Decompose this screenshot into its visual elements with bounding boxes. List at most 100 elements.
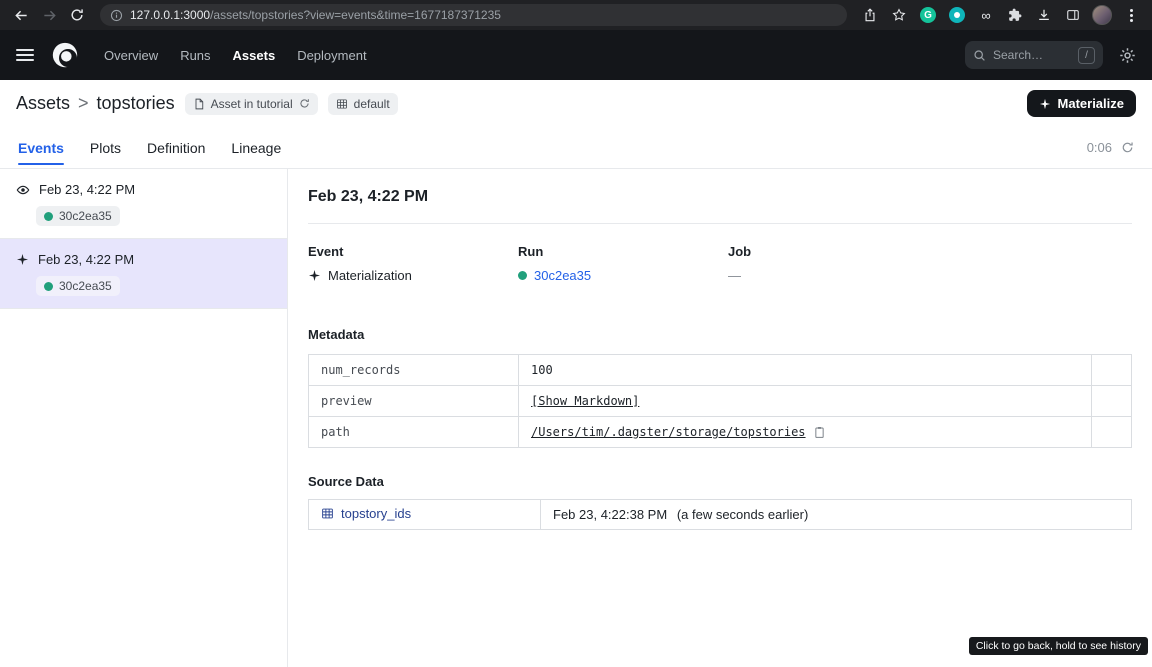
source-asset-name: topstory_ids [341,506,411,521]
search-shortcut-key: / [1078,47,1095,64]
metadata-action-cell [1092,355,1132,386]
event-type-value: Materialization [328,268,412,283]
status-dot [44,212,53,221]
tabs-row: Events Plots Definition Lineage 0:06 [0,127,1152,169]
tag-refresh-icon[interactable] [299,98,310,109]
side-panel-icon[interactable] [1060,2,1086,28]
breadcrumb-current-asset: topstories [97,93,175,114]
forward-icon[interactable] [36,2,62,28]
loom-extension-icon[interactable]: ∞ [973,2,999,28]
event-item-materialization[interactable]: Feb 23, 4:22 PM 30c2ea35 [0,239,287,309]
job-column-label: Job [728,244,938,259]
event-detail: Feb 23, 4:22 PM Event Materialization Ru… [288,169,1152,667]
event-item-observation[interactable]: Feb 23, 4:22 PM 30c2ea35 [0,169,287,239]
back-icon[interactable] [8,2,34,28]
event-summary-columns: Event Materialization Run 30c2ea35 [308,244,1132,283]
event-detail-title: Feb 23, 4:22 PM [308,188,1132,206]
search-placeholder: Search… [993,48,1043,62]
status-dot [44,282,53,291]
divider [308,223,1132,224]
table-row: topstory_ids Feb 23, 4:22:38 PM (a few s… [309,500,1132,530]
materialize-sparkle-icon [1039,98,1051,110]
clipboard-copy-icon[interactable] [813,426,826,439]
search-input[interactable]: Search… / [965,41,1103,69]
table-icon [321,507,334,520]
status-dot [518,271,527,280]
source-data-section-title: Source Data [308,474,1132,489]
timer-refresh-icon[interactable] [1121,141,1134,154]
address-bar[interactable]: 127.0.0.1:3000/assets/topstories?view=ev… [100,4,847,26]
document-icon [193,98,205,110]
nav-item-deployment[interactable]: Deployment [297,48,366,63]
event-column-label: Event [308,244,518,259]
event-time: Feb 23, 4:22 PM [39,182,135,197]
nav-item-runs[interactable]: Runs [180,48,210,63]
table-row: preview [Show Markdown] [309,386,1132,417]
asset-group-tag-label: default [354,97,390,111]
hamburger-menu-icon[interactable] [16,49,34,61]
metadata-key: num_records [309,355,519,386]
body: Feb 23, 4:22 PM 30c2ea35 Feb 23, 4:22 PM… [0,169,1152,667]
download-icon[interactable] [1031,2,1057,28]
reload-icon[interactable] [64,2,90,28]
extensions-puzzle-icon[interactable] [1002,2,1028,28]
asset-group-tag[interactable]: default [328,93,398,115]
gear-icon[interactable] [1119,47,1136,64]
browser-menu-icon[interactable] [1118,2,1144,28]
url-host: 127.0.0.1:3000 [130,8,210,22]
nav-item-overview[interactable]: Overview [104,48,158,63]
run-tag[interactable]: 30c2ea35 [36,276,120,296]
show-markdown-link[interactable]: [Show Markdown] [531,394,639,408]
breadcrumb: Assets > topstories [16,93,175,114]
event-time: Feb 23, 4:22 PM [38,252,134,267]
metadata-section-title: Metadata [308,327,1132,342]
eye-icon [16,183,30,197]
run-link[interactable]: 30c2ea35 [534,268,591,283]
grammarly-extension-icon[interactable]: G [915,2,941,28]
url-text: 127.0.0.1:3000/assets/topstories?view=ev… [130,8,501,22]
tab-events[interactable]: Events [18,128,64,168]
dagster-logo[interactable] [50,40,80,70]
metadata-action-cell [1092,386,1132,417]
refresh-timer: 0:06 [1087,140,1134,155]
job-value: — [728,268,741,283]
app-header: Overview Runs Assets Deployment Search… … [0,30,1152,80]
profile-avatar[interactable] [1089,2,1115,28]
tab-lineage[interactable]: Lineage [231,128,281,168]
job-column: Job — [728,244,938,283]
share-icon[interactable] [857,2,883,28]
materialization-icon [16,253,29,266]
table-icon [336,98,348,110]
materialize-button-label: Materialize [1058,96,1124,111]
nav-item-assets[interactable]: Assets [233,48,276,63]
breadcrumb-assets[interactable]: Assets [16,93,70,114]
breadcrumb-separator: > [78,93,89,114]
back-button-tooltip: Click to go back, hold to see history [969,637,1148,655]
teal-extension-icon[interactable] [944,2,970,28]
search-icon [973,49,986,62]
refresh-timer-value: 0:06 [1087,140,1112,155]
source-timestamp-note: (a few seconds earlier) [677,507,809,522]
run-id: 30c2ea35 [59,209,112,223]
path-link[interactable]: /Users/tim/.dagster/storage/topstories [531,425,806,439]
header-right: Search… / [965,41,1136,69]
run-id: 30c2ea35 [59,279,112,293]
url-path: /assets/topstories?view=events&time=1677… [210,8,501,22]
metadata-table: num_records 100 preview [Show Markdown] … [308,354,1132,448]
info-icon[interactable] [110,9,123,22]
browser-toolbar-icons: G ∞ [857,2,1144,28]
source-asset-link[interactable]: topstory_ids [321,506,411,521]
asset-tutorial-tag[interactable]: Asset in tutorial [185,93,318,115]
run-tag[interactable]: 30c2ea35 [36,206,120,226]
metadata-action-cell [1092,417,1132,448]
run-column: Run 30c2ea35 [518,244,728,283]
tab-definition[interactable]: Definition [147,128,205,168]
event-list-sidebar: Feb 23, 4:22 PM 30c2ea35 Feb 23, 4:22 PM… [0,169,288,667]
bookmark-icon[interactable] [886,2,912,28]
tab-plots[interactable]: Plots [90,128,121,168]
event-column: Event Materialization [308,244,518,283]
materialize-button[interactable]: Materialize [1027,90,1136,117]
screen: 127.0.0.1:3000/assets/topstories?view=ev… [0,0,1152,667]
browser-chrome: 127.0.0.1:3000/assets/topstories?view=ev… [0,0,1152,30]
source-data-table: topstory_ids Feb 23, 4:22:38 PM (a few s… [308,499,1132,530]
